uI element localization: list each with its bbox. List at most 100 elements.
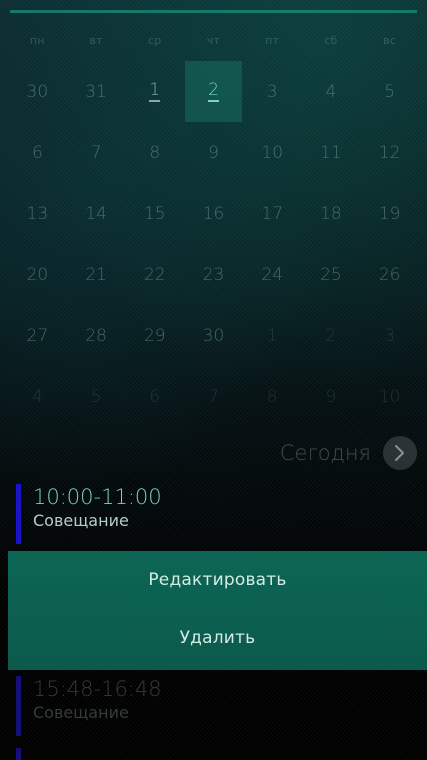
weekday-header: пн вт ср чт пт сб вс bbox=[8, 34, 419, 50]
day-cell-other-month[interactable]: 2 bbox=[302, 305, 361, 366]
day-cell-other-month[interactable]: 5 bbox=[67, 366, 126, 427]
day-cell[interactable]: 20 bbox=[8, 244, 67, 305]
day-number: 26 bbox=[378, 264, 401, 285]
chevron-right-icon-glyph bbox=[395, 445, 404, 461]
day-cell[interactable]: 29 bbox=[125, 305, 184, 366]
day-cell[interactable]: 6 bbox=[8, 122, 67, 183]
day-number: 16 bbox=[202, 203, 225, 224]
day-cell[interactable]: 5 bbox=[360, 61, 419, 122]
day-number: 10 bbox=[261, 142, 284, 163]
day-cell[interactable]: 28 bbox=[67, 305, 126, 366]
day-number: 22 bbox=[143, 264, 166, 285]
day-number: 3 bbox=[384, 325, 396, 346]
event-context-menu: Редактировать Удалить bbox=[8, 551, 427, 670]
weekday-label: пн bbox=[29, 34, 45, 47]
day-number: 14 bbox=[85, 203, 107, 224]
day-number: 2 bbox=[325, 325, 337, 346]
day-cell[interactable]: 15 bbox=[125, 183, 184, 244]
day-number: 9 bbox=[208, 142, 219, 163]
event-time: 10:00-11:00 bbox=[33, 485, 162, 509]
top-indicator bbox=[10, 10, 417, 13]
day-number: 5 bbox=[384, 81, 396, 102]
day-cell[interactable]: 22 bbox=[125, 244, 184, 305]
day-number: 23 bbox=[202, 264, 225, 285]
month-grid: 30 31 1 2 3 4 5 6 7 8 9 10 11 12 13 14 1… bbox=[8, 61, 419, 427]
day-cell[interactable]: 3 bbox=[243, 61, 302, 122]
day-number: 1 bbox=[149, 79, 161, 102]
day-cell[interactable]: 9 bbox=[184, 122, 243, 183]
day-number: 6 bbox=[31, 142, 43, 163]
day-cell[interactable]: 17 bbox=[243, 183, 302, 244]
day-cell-other-month[interactable]: 1 bbox=[243, 305, 302, 366]
event-item[interactable]: 10:00-11:00 Совещание bbox=[16, 484, 162, 544]
day-cell[interactable]: 12 bbox=[360, 122, 419, 183]
day-cell[interactable]: 21 bbox=[67, 244, 126, 305]
edit-menu-item[interactable]: Редактировать bbox=[8, 551, 427, 609]
day-number: 15 bbox=[143, 203, 166, 224]
day-number: 8 bbox=[266, 386, 278, 407]
day-cell[interactable]: 30 bbox=[184, 305, 243, 366]
day-cell[interactable]: 25 bbox=[302, 244, 361, 305]
next-event-color-bar bbox=[16, 748, 21, 760]
day-number: 19 bbox=[378, 203, 401, 224]
day-cell-other-month[interactable]: 6 bbox=[125, 366, 184, 427]
day-cell-with-events[interactable]: 1 bbox=[125, 61, 184, 122]
weekday-label: вс bbox=[383, 34, 397, 47]
day-cell[interactable]: 18 bbox=[302, 183, 361, 244]
event-color-bar bbox=[16, 484, 21, 544]
day-number: 10 bbox=[378, 386, 401, 407]
day-cell[interactable]: 7 bbox=[67, 122, 126, 183]
day-cell[interactable]: 13 bbox=[8, 183, 67, 244]
day-cell[interactable]: 30 bbox=[8, 61, 67, 122]
day-cell-other-month[interactable]: 3 bbox=[360, 305, 419, 366]
day-cell[interactable]: 8 bbox=[125, 122, 184, 183]
day-cell[interactable]: 10 bbox=[243, 122, 302, 183]
day-number: 20 bbox=[26, 264, 49, 285]
calendar-screen: пн вт ср чт пт сб вс 30 31 1 2 3 4 5 6 7… bbox=[0, 0, 427, 760]
day-cell[interactable]: 16 bbox=[184, 183, 243, 244]
day-number: 5 bbox=[90, 386, 102, 407]
day-number: 13 bbox=[26, 203, 49, 224]
day-number: 6 bbox=[149, 386, 161, 407]
weekday-label: пт bbox=[265, 34, 280, 47]
day-cell-other-month[interactable]: 9 bbox=[302, 366, 361, 427]
weekday-label: ср bbox=[147, 34, 162, 47]
day-number: 1 bbox=[266, 325, 278, 346]
day-cell[interactable]: 26 bbox=[360, 244, 419, 305]
day-number: 28 bbox=[85, 325, 107, 346]
event-item[interactable]: 15:48-16:48 Совещание bbox=[16, 676, 162, 736]
day-cell[interactable]: 19 bbox=[360, 183, 419, 244]
day-number: 4 bbox=[31, 386, 43, 407]
day-number: 24 bbox=[261, 264, 284, 285]
weekday-label: чт bbox=[206, 34, 221, 47]
day-number: 31 bbox=[85, 81, 107, 102]
day-number: 7 bbox=[90, 142, 102, 163]
day-cell[interactable]: 23 bbox=[184, 244, 243, 305]
day-cell[interactable]: 27 bbox=[8, 305, 67, 366]
day-number: 11 bbox=[320, 142, 342, 163]
day-cell[interactable]: 4 bbox=[302, 61, 361, 122]
day-cell-other-month[interactable]: 7 bbox=[184, 366, 243, 427]
day-cell[interactable]: 14 bbox=[67, 183, 126, 244]
day-cell[interactable]: 24 bbox=[243, 244, 302, 305]
day-number: 12 bbox=[378, 142, 401, 163]
day-cell-selected[interactable]: 2 bbox=[184, 61, 243, 122]
today-button[interactable]: Сегодня bbox=[280, 436, 417, 470]
chevron-right-icon bbox=[383, 436, 417, 470]
day-cell-other-month[interactable]: 10 bbox=[360, 366, 419, 427]
day-cell[interactable]: 31 bbox=[67, 61, 126, 122]
day-cell-other-month[interactable]: 8 bbox=[243, 366, 302, 427]
day-number: 27 bbox=[26, 325, 49, 346]
day-cell[interactable]: 11 bbox=[302, 122, 361, 183]
day-number: 9 bbox=[325, 386, 337, 407]
day-number: 7 bbox=[208, 386, 219, 407]
delete-menu-item[interactable]: Удалить bbox=[8, 609, 427, 667]
day-number: 17 bbox=[261, 203, 284, 224]
day-cell-other-month[interactable]: 4 bbox=[8, 366, 67, 427]
day-number: 25 bbox=[320, 264, 342, 285]
weekday-label: сб bbox=[324, 34, 338, 47]
day-number: 4 bbox=[325, 81, 337, 102]
day-number: 30 bbox=[202, 325, 225, 346]
day-number: 3 bbox=[266, 81, 278, 102]
day-number: 29 bbox=[143, 325, 166, 346]
